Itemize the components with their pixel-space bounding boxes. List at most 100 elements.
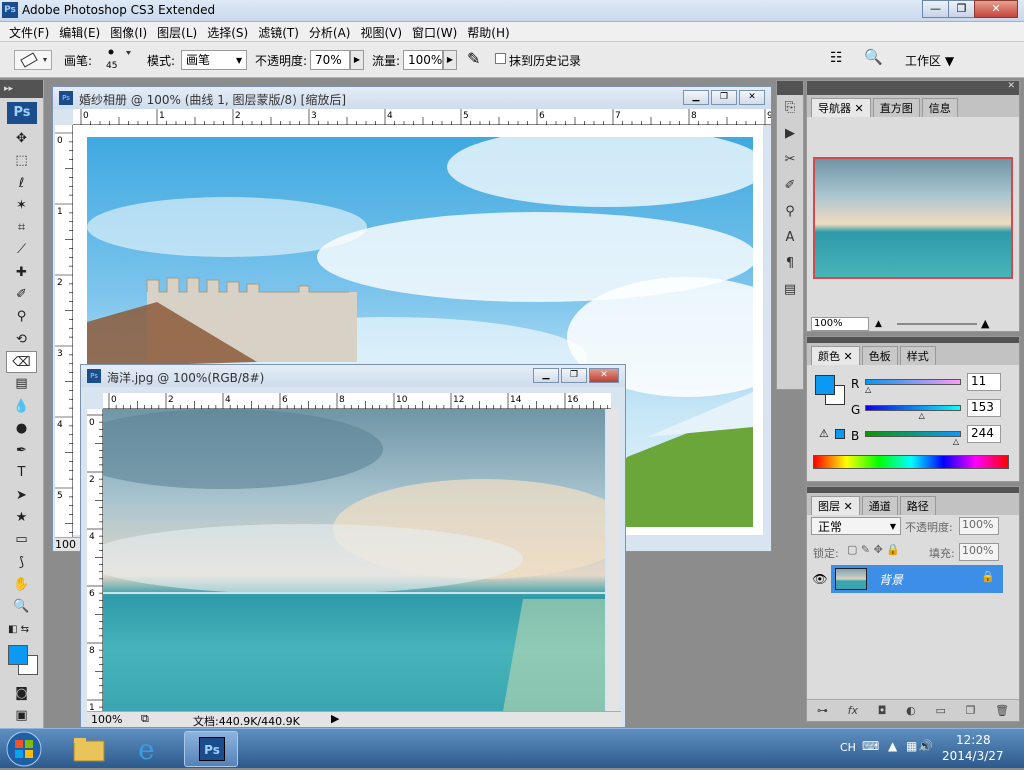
toolbox-header[interactable]: ▸▸	[0, 80, 43, 98]
clone-source-icon[interactable]: ⚲	[777, 199, 803, 225]
menu-file[interactable]: 文件(F)	[4, 22, 54, 41]
b-input[interactable]: 244	[967, 425, 1001, 443]
zoom-out-icon[interactable]: ▲	[875, 319, 882, 329]
tab-swatches[interactable]: 色板	[861, 346, 898, 365]
menu-analysis[interactable]: 分析(A)	[304, 22, 356, 41]
photoshop-taskbar-button[interactable]: Ps	[184, 731, 238, 767]
tab-paths[interactable]: 路径	[899, 496, 936, 515]
doc2-titlebar[interactable]: Ps 海洋.jpg @ 100%(RGB/8#) ▁ ❐ ✕	[81, 365, 625, 387]
doc2-status-arrow-icon[interactable]: ▶	[331, 712, 339, 725]
r-slider[interactable]	[865, 379, 961, 385]
adjustment-icon[interactable]: ◐	[906, 704, 916, 717]
menu-edit[interactable]: 编辑(E)	[54, 22, 105, 41]
brush-tool-icon[interactable]: ✐	[0, 284, 43, 306]
zoom-in-icon[interactable]: ▲	[981, 317, 989, 330]
default-colors-icon[interactable]: ◧ ⇆	[0, 619, 43, 641]
opacity-arrow-icon[interactable]: ▶	[350, 50, 364, 70]
clock-date[interactable]: 2014/3/27	[942, 749, 1004, 763]
menu-filter[interactable]: 滤镜(T)	[253, 22, 304, 41]
layer-row-background[interactable]: 👁 背景 🔒	[809, 565, 1003, 593]
eraser-tool-icon[interactable]: ⌫	[6, 350, 37, 374]
tab-layers[interactable]: 图层 ✕	[811, 496, 860, 515]
minimize-button[interactable]: —	[922, 0, 949, 18]
doc2-vertical-scrollbar[interactable]	[607, 409, 619, 711]
tray-arrow-icon[interactable]: ▲	[888, 739, 897, 753]
workspace-button[interactable]: 工作区 ▼	[905, 52, 954, 69]
clock-time[interactable]: 12:28	[956, 733, 991, 747]
mode-dropdown-icon[interactable]: ▼	[236, 56, 242, 65]
fill-input[interactable]: 100%	[959, 543, 999, 561]
r-input[interactable]: 11	[967, 373, 1001, 391]
g-slider-handle-icon[interactable]: △	[919, 411, 925, 420]
palette-well-icon[interactable]: ☷	[830, 50, 843, 66]
layers-opacity-input[interactable]: 100%	[959, 517, 999, 535]
type-tool-icon[interactable]: T	[0, 462, 43, 484]
menu-help[interactable]: 帮助(H)	[462, 22, 514, 41]
flow-arrow-icon[interactable]: ▶	[443, 50, 457, 70]
folder-icon[interactable]: ▭	[935, 704, 945, 717]
doc2-close-button[interactable]: ✕	[589, 368, 619, 383]
tool-preset-picker[interactable]	[14, 50, 52, 70]
shape-tool-icon[interactable]: ★	[0, 507, 43, 529]
color-foreground-swatch[interactable]	[815, 375, 835, 395]
dock-header[interactable]	[777, 81, 803, 95]
lasso-tool-icon[interactable]: ℓ	[0, 173, 43, 195]
eyedropper-tool-icon[interactable]: ⟆	[0, 552, 43, 574]
tab-channels[interactable]: 通道	[861, 496, 898, 515]
blend-mode-select[interactable]: 正常 ▼	[811, 517, 901, 535]
mask-icon[interactable]: ◘	[878, 704, 887, 717]
menu-image[interactable]: 图像(I)	[105, 22, 152, 41]
input-language[interactable]: CH	[840, 741, 856, 754]
layer-comps-icon[interactable]: ▤	[777, 277, 803, 303]
gamut-warning-icon[interactable]: ⚠	[819, 427, 829, 440]
move-tool-icon[interactable]: ✥	[0, 128, 43, 150]
navigator-thumbnail[interactable]	[813, 157, 1013, 279]
r-slider-handle-icon[interactable]: △	[865, 385, 871, 394]
doc2-status-icon[interactable]: ⧉	[141, 712, 149, 726]
lock-icons[interactable]: ▢ ✎ ✥ 🔒	[847, 543, 900, 556]
layer-visibility-eye-icon[interactable]: 👁	[809, 565, 831, 593]
g-slider[interactable]	[865, 405, 961, 411]
pen-tool-icon[interactable]: ✒	[0, 440, 43, 462]
ps-logo[interactable]: Ps	[7, 102, 37, 124]
explorer-taskbar-button[interactable]	[62, 731, 116, 767]
opacity-input[interactable]: 70%	[310, 50, 350, 70]
hand-tool-icon[interactable]: ✋	[0, 574, 43, 596]
menu-layer[interactable]: 图层(L)	[152, 22, 202, 41]
tab-color[interactable]: 颜色 ✕	[811, 346, 860, 365]
tab-styles[interactable]: 样式	[899, 346, 936, 365]
flow-input[interactable]: 100%	[403, 50, 443, 70]
gradient-tool-icon[interactable]: ▤	[0, 373, 43, 395]
doc1-restore-button[interactable]: ❐	[711, 90, 737, 105]
doc2-minimize-button[interactable]: ▁	[533, 368, 559, 383]
volume-icon[interactable]: 🔊	[918, 739, 933, 753]
tab-info[interactable]: 信息	[921, 98, 958, 117]
marquee-tool-icon[interactable]: ⬚	[0, 150, 43, 172]
doc1-titlebar[interactable]: Ps 婚纱相册 @ 100% (曲线 1, 图层蒙版/8) [缩放后] ▁ ❐ …	[53, 87, 771, 109]
keyboard-icon[interactable]: ⌨	[862, 739, 879, 753]
crop-tool-icon[interactable]: ⌗	[0, 217, 43, 239]
ie-taskbar-button[interactable]: e	[122, 731, 176, 767]
magic-wand-tool-icon[interactable]: ✶	[0, 195, 43, 217]
slice-tool-icon[interactable]: ⟋	[0, 239, 43, 261]
history-brush-tool-icon[interactable]: ⟲	[0, 329, 43, 351]
g-input[interactable]: 153	[967, 399, 1001, 417]
foreground-color-swatch[interactable]	[8, 644, 28, 665]
doc1-minimize-button[interactable]: ▁	[683, 90, 709, 105]
erase-history-checkbox[interactable]	[495, 53, 506, 64]
color-spectrum-bar[interactable]	[813, 455, 1009, 469]
tool-presets-icon[interactable]: ✂	[777, 147, 803, 173]
history-panel-icon[interactable]: ⎘	[777, 95, 803, 121]
menu-view[interactable]: 视图(V)	[355, 22, 407, 41]
link-icon[interactable]: ⊶	[817, 704, 828, 717]
navigator-zoom-slider[interactable]	[897, 323, 977, 325]
navigator-zoom-input[interactable]: 100%	[811, 317, 869, 331]
menu-select[interactable]: 选择(S)	[202, 22, 253, 41]
b-slider-handle-icon[interactable]: △	[953, 437, 959, 446]
airbrush-icon[interactable]: ✎	[467, 49, 480, 68]
doc1-close-button[interactable]: ✕	[739, 90, 765, 105]
new-layer-icon[interactable]: ❐	[966, 704, 976, 717]
network-icon[interactable]: ▦	[906, 739, 917, 753]
zoom-tool-icon[interactable]: 🔍	[0, 596, 43, 618]
web-safe-swatch[interactable]	[835, 429, 845, 439]
